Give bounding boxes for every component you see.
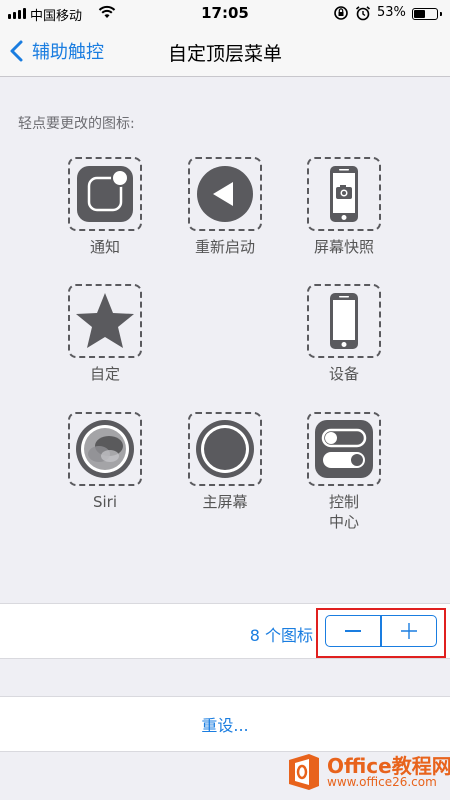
instruction-text: 轻点要更改的图标: — [18, 116, 135, 132]
icon-label: 设备 — [328, 365, 359, 383]
icon-slot-siri[interactable]: Siri — [45, 412, 165, 512]
icon-count-stepper[interactable] — [325, 615, 437, 647]
star-icon — [76, 293, 134, 348]
icon-label: 主屏幕 — [202, 493, 248, 511]
restart-icon — [197, 166, 253, 222]
siri-icon — [76, 420, 134, 478]
decrement-button[interactable] — [326, 616, 380, 646]
icon-slot-box[interactable] — [68, 412, 142, 486]
plus-icon — [400, 623, 417, 639]
icon-slot-box[interactable] — [188, 412, 262, 486]
icon-label: 通知 — [89, 238, 120, 256]
icon-slot-notification[interactable]: 通知 — [45, 157, 165, 257]
watermark-url: www.office26.com — [327, 775, 437, 789]
icon-slot-control-center[interactable]: 控制 中心 — [284, 412, 404, 532]
icon-slot-device[interactable]: 设备 — [284, 284, 404, 384]
back-button[interactable]: 辅助触控 — [8, 38, 104, 64]
battery-percent: 53% — [377, 5, 406, 20]
icon-label: 重新启动 — [194, 238, 255, 256]
reset-button[interactable]: 重设... — [0, 696, 450, 752]
icon-label: Siri — [92, 493, 118, 511]
status-bar: 中国移动 17:05 53% — [0, 0, 450, 28]
increment-button[interactable] — [382, 616, 436, 646]
icon-label: 屏幕快照 — [313, 238, 374, 256]
screenshot-icon — [330, 166, 358, 222]
chevron-left-icon — [10, 40, 23, 62]
icon-slot-box[interactable] — [68, 284, 142, 358]
icon-label: 自定 — [89, 365, 120, 383]
icon-label: 控制 中心 — [328, 493, 359, 531]
minus-icon — [345, 630, 362, 632]
control-center-icon — [315, 420, 373, 478]
icon-count-label: 8 个图标 — [249, 626, 313, 645]
device-icon — [330, 293, 358, 349]
icon-slot-box[interactable] — [188, 157, 262, 231]
icon-slot-restart[interactable]: 重新启动 — [165, 157, 285, 257]
icon-slot-home[interactable]: 主屏幕 — [165, 412, 285, 512]
icon-slot-box[interactable] — [307, 157, 381, 231]
back-button-label: 辅助触控 — [32, 42, 104, 63]
navigation-bar: 辅助触控 自定顶层菜单 — [0, 28, 450, 77]
rotation-lock-icon — [333, 5, 349, 25]
reset-button-label: 重设... — [201, 716, 249, 735]
watermark: Office教程网 www.office26.com — [285, 748, 450, 796]
office-logo-icon — [289, 754, 319, 790]
icon-slot-box[interactable] — [68, 157, 142, 231]
battery-icon — [412, 8, 442, 20]
icon-count-row: 8 个图标 — [0, 603, 450, 659]
icon-slot-custom[interactable]: 自定 — [45, 284, 165, 384]
alarm-icon — [355, 5, 371, 25]
home-icon — [196, 420, 254, 478]
notification-icon — [77, 166, 133, 222]
icon-slot-screenshot[interactable]: 屏幕快照 — [284, 157, 404, 257]
icon-slot-box[interactable] — [307, 412, 381, 486]
icon-slot-box[interactable] — [307, 284, 381, 358]
